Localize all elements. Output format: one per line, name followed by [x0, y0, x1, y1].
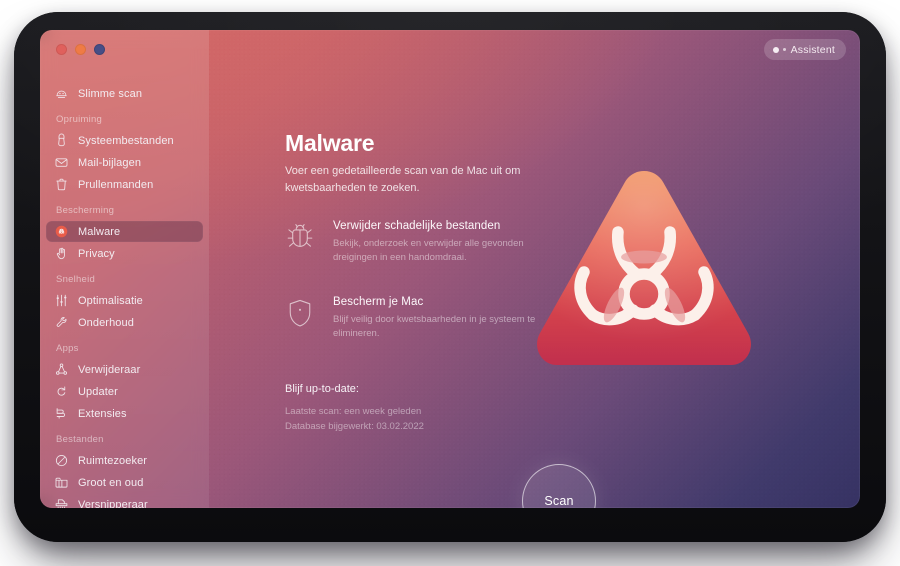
sidebar-group-bestanden: Bestanden [56, 434, 104, 445]
sidebar-group-opruiming: Opruiming [56, 114, 103, 125]
wrench-icon [54, 315, 69, 330]
screenshot-root: Assistent Slimme scan Opruiming Systeemb… [0, 0, 900, 566]
sparkle-icon [772, 46, 779, 53]
feature-description: Blijf veilig door kwetsbaarheden in je s… [333, 313, 536, 339]
sidebar-item-malware[interactable]: Malware [46, 221, 203, 242]
feature-item: Verwijder schadelijke bestanden Bekijk, … [285, 220, 550, 266]
sidebar-item-ruimtezoeker[interactable]: Ruimtezoeker [46, 450, 203, 471]
mail-icon [54, 155, 69, 170]
feature-description: Bekijk, onderzoek en verwijder alle gevo… [333, 238, 524, 264]
biohazard-warning-triangle [530, 165, 758, 375]
shield-icon [285, 296, 315, 342]
sidebar-item-privacy[interactable]: Privacy [46, 243, 203, 264]
sidebar-label: Slimme scan [78, 87, 143, 100]
sidebar-label: Systeembestanden [78, 134, 174, 147]
sidebar-item-extensies[interactable]: Extensies [46, 403, 203, 424]
assistant-label: Assistent [790, 43, 835, 56]
sidebar-label: Privacy [78, 247, 115, 260]
extensions-plug-icon [54, 406, 69, 421]
feature-title: Verwijder schadelijke bestanden [333, 220, 501, 232]
sidebar-group-apps: Apps [56, 343, 79, 354]
sidebar-label: Prullenmanden [78, 178, 154, 191]
sparkle-small-icon [782, 48, 786, 51]
sidebar-item-groot-en-oud[interactable]: Groot en oud [46, 472, 203, 493]
sidebar-group-snelheid: Snelheid [56, 274, 95, 285]
sidebar-item-systeembestanden[interactable]: Systeembestanden [46, 130, 203, 151]
sidebar-label: Onderhoud [78, 316, 134, 329]
status-heading: Blijf up-to-date: [285, 383, 359, 395]
shredder-icon [54, 497, 69, 508]
sidebar-item-verwijderaar[interactable]: Verwijderaar [46, 359, 203, 380]
biohazard-icon [54, 224, 69, 239]
trash-icon [54, 177, 69, 192]
sidebar-item-onderhoud[interactable]: Onderhoud [46, 312, 203, 333]
scan-button[interactable]: Scan [522, 464, 596, 508]
sidebar-label: Updater [78, 385, 118, 398]
feature-item: Bescherm je Mac Blijf veilig door kwetsb… [285, 296, 550, 342]
folder-icon [54, 475, 69, 490]
maximize-button[interactable] [94, 43, 105, 55]
sidebar-item-prullenmanden[interactable]: Prullenmanden [46, 174, 203, 195]
bug-icon [285, 220, 315, 266]
sidebar-item-optimalisatie[interactable]: Optimalisatie [46, 290, 203, 311]
space-lens-icon [54, 453, 69, 468]
sidebar-item-slimme-scan[interactable]: Slimme scan [46, 83, 203, 104]
main-content: Malware Voer een gedetailleerde scan van… [209, 30, 860, 508]
sidebar-label: Mail-bijlagen [78, 156, 142, 169]
sidebar-label: Verwijderaar [78, 363, 141, 376]
status-last-scan: Laatste scan: een week geleden [285, 406, 422, 417]
sidebar-label: Ruimtezoeker [78, 454, 148, 467]
sidebar-label: Extensies [78, 407, 127, 420]
sidebar-group-bescherming: Bescherming [56, 205, 115, 216]
sidebar-item-updater[interactable]: Updater [46, 381, 203, 402]
sidebar-label: Versnipperaar [78, 498, 148, 509]
system-junk-icon [54, 133, 69, 148]
sliders-icon [54, 293, 69, 308]
sidebar-label: Optimalisatie [78, 294, 143, 307]
page-subtitle: Voer een gedetailleerde scan van de Mac … [285, 165, 521, 195]
sidebar-label: Groot en oud [78, 476, 144, 489]
sidebar-item-versnipperaar[interactable]: Versnipperaar [46, 494, 203, 508]
assistant-button[interactable]: Assistent [763, 39, 846, 60]
smart-scan-icon [54, 86, 69, 101]
minimize-button[interactable] [75, 43, 86, 55]
feature-title: Bescherm je Mac [333, 295, 424, 308]
status-block: Blijf up-to-date: Laatste scan: een week… [285, 383, 424, 435]
scan-button-label: Scan [544, 494, 574, 508]
status-database: Database bijgewerkt: 03.02.2022 [285, 421, 424, 433]
uninstaller-icon [54, 362, 69, 377]
updater-refresh-icon [54, 384, 69, 399]
feature-list: Verwijder schadelijke bestanden Bekijk, … [285, 220, 550, 371]
privacy-hand-icon [54, 246, 69, 261]
sidebar-item-mail-bijlagen[interactable]: Mail-bijlagen [46, 152, 203, 173]
laptop-bezel: Assistent Slimme scan Opruiming Systeemb… [14, 12, 886, 542]
page-title: Malware [285, 130, 375, 156]
traffic-lights [56, 43, 105, 55]
sidebar: Slimme scan Opruiming Systeembestanden M… [40, 30, 209, 508]
close-button[interactable] [56, 43, 67, 55]
window-titlebar [40, 30, 860, 68]
app-window: Assistent Slimme scan Opruiming Systeemb… [40, 30, 860, 508]
sidebar-label: Malware [78, 225, 121, 238]
